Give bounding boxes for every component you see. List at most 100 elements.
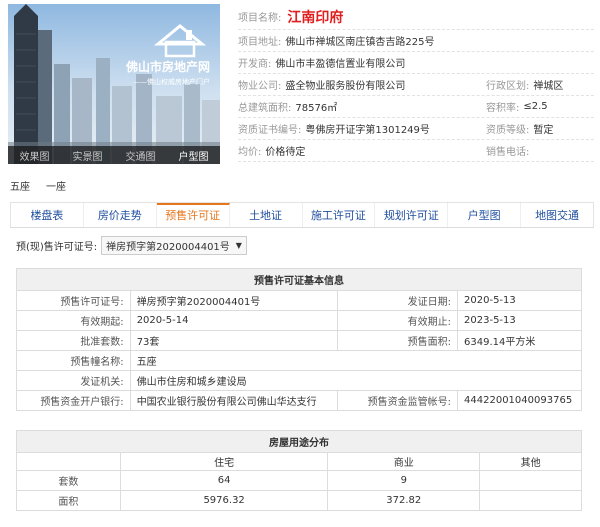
area-value: 78576㎡ xyxy=(295,103,338,114)
table-header-row: 住宅 商业 其他 xyxy=(16,452,582,471)
photo-tab-traffic[interactable]: 交通图 xyxy=(126,148,156,163)
building-list: 五座 一座 xyxy=(10,178,66,193)
property-label: 物业公司: xyxy=(238,81,282,92)
authority-label: 发证机关: xyxy=(16,370,131,391)
table-row: 批准套数: 73套 预售面积: 6349.14平方米 xyxy=(16,330,582,351)
area-residential: 5976.32 xyxy=(119,490,329,511)
building-name-label: 预售幢名称: xyxy=(16,350,131,371)
presale-area-value: 6349.14平方米 xyxy=(457,330,582,351)
grade-label: 资质等级: xyxy=(486,125,530,136)
valid-to-value: 2023-5-13 xyxy=(457,310,582,331)
tab-construction-permit[interactable]: 施工许可证 xyxy=(303,203,376,227)
logo-subtitle: ——佛山权威房地产门户 xyxy=(133,78,210,86)
approved-units-label: 批准套数: xyxy=(16,330,131,351)
tab-land-cert[interactable]: 土地证 xyxy=(230,203,303,227)
tab-map-traffic[interactable]: 地图交通 xyxy=(521,203,593,227)
project-photo[interactable]: 佛山市房地产网 ——佛山权威房地产门户 效果图 实景图 交通图 户型图 xyxy=(8,4,220,164)
units-residential: 64 xyxy=(119,470,329,491)
permit-info-table: 预售许可证基本信息 预售许可证号: 禅房预字第2020004401号 发证日期:… xyxy=(16,268,583,411)
photo-tab-bar: 效果图 实景图 交通图 户型图 xyxy=(8,146,220,164)
approved-units-value: 73套 xyxy=(129,330,339,351)
tab-floor-plan[interactable]: 户型图 xyxy=(448,203,522,227)
photo-tab-effect[interactable]: 效果图 xyxy=(20,148,50,163)
issue-date-label: 发证日期: xyxy=(337,290,459,311)
info-row-property: 物业公司: 盛全物业服务股份有限公司 行政区划: 禅城区 xyxy=(238,74,594,96)
usage-table-caption: 房屋用途分布 xyxy=(16,430,582,453)
permit-selector: 预(现)售许可证号: 禅房预字第2020004401号 ▼ xyxy=(16,236,247,255)
plot-ratio-value: ≤2.5 xyxy=(523,101,548,112)
table-row: 预售资金开户银行: 中国农业银行股份有限公司佛山华达支行 预售资金监管帐号: 4… xyxy=(16,390,582,411)
developer-label: 开发商: xyxy=(238,59,272,70)
permit-select-value: 禅房预字第2020004401号 xyxy=(106,242,230,253)
area-other xyxy=(479,490,582,511)
tab-presale-permit[interactable]: 预售许可证 xyxy=(156,203,230,227)
info-row-price: 均价: 价格待定 销售电话: xyxy=(238,140,594,162)
photo-tab-floorplan[interactable]: 户型图 xyxy=(179,148,209,163)
project-name-label: 项目名称: xyxy=(238,13,282,24)
info-row-area: 总建筑面积: 78576㎡ 容积率: ≤2.5 xyxy=(238,96,594,118)
table-row: 发证机关: 佛山市住房和城乡建设局 xyxy=(16,370,583,391)
district-value: 禅城区 xyxy=(533,81,564,92)
row-label-area: 面积 xyxy=(16,490,121,511)
permit-table-caption: 预售许可证基本信息 xyxy=(16,268,582,291)
row-label-units: 套数 xyxy=(16,470,121,491)
account-label: 预售资金监管帐号: xyxy=(337,390,459,411)
cert-label: 资质证书编号: xyxy=(238,125,302,136)
col-residential: 住宅 xyxy=(119,452,329,471)
permit-select[interactable]: 禅房预字第2020004401号 ▼ xyxy=(101,236,247,255)
grade-value: 暂定 xyxy=(533,125,554,136)
tab-price-trend[interactable]: 房价走势 xyxy=(84,203,157,227)
phone-label: 销售电话: xyxy=(486,147,530,158)
valid-from-value: 2020-5-14 xyxy=(129,310,339,331)
permit-selector-label: 预(现)售许可证号: xyxy=(16,242,98,253)
price-value: 价格待定 xyxy=(265,147,306,158)
chevron-down-icon: ▼ xyxy=(235,241,242,250)
table-row: 有效期起: 2020-5-14 有效期止: 2023-5-13 xyxy=(16,310,582,331)
building-link[interactable]: 五座 xyxy=(10,178,30,193)
detail-tab-bar: 楼盘表 房价走势 预售许可证 土地证 施工许可证 规划许可证 户型图 地图交通 xyxy=(10,202,594,228)
site-logo-text: 佛山市房地产网 ——佛山权威房地产门户 xyxy=(126,58,210,87)
table-row: 预售幢名称: 五座 xyxy=(16,350,583,371)
units-other xyxy=(479,470,582,491)
bank-value: 中国农业银行股份有限公司佛山华达支行 xyxy=(129,390,339,411)
issue-date-value: 2020-5-13 xyxy=(457,290,582,311)
property-value: 盛全物业服务股份有限公司 xyxy=(285,81,406,92)
info-row-name: 项目名称: 江南印府 xyxy=(238,4,594,30)
corner-cell xyxy=(16,452,121,471)
col-other: 其他 xyxy=(479,452,582,471)
photo-tab-real[interactable]: 实景图 xyxy=(73,148,103,163)
presale-area-label: 预售面积: xyxy=(337,330,459,351)
address-label: 项目地址: xyxy=(238,37,282,48)
area-label: 总建筑面积: xyxy=(238,103,292,114)
district-label: 行政区划: xyxy=(486,81,530,92)
table-row: 预售许可证号: 禅房预字第2020004401号 发证日期: 2020-5-13 xyxy=(16,290,582,311)
project-name: 江南印府 xyxy=(287,9,344,26)
address-value: 佛山市禅城区南庄镇杏吉路225号 xyxy=(285,37,435,48)
col-commercial: 商业 xyxy=(327,452,481,471)
bank-label: 预售资金开户银行: xyxy=(16,390,131,411)
developer-value: 佛山市丰盈德信置业有限公司 xyxy=(275,59,406,70)
info-row-address: 项目地址: 佛山市禅城区南庄镇杏吉路225号 xyxy=(238,30,594,52)
logo-title: 佛山市房地产网 xyxy=(125,60,210,74)
table-row: 套数 64 9 xyxy=(16,470,582,491)
info-row-cert: 资质证书编号: 粤佛房开证字第1301249号 资质等级: 暂定 xyxy=(238,118,594,140)
building-name-value: 五座 xyxy=(129,350,583,371)
permit-no-label: 预售许可证号: xyxy=(16,290,131,311)
cert-value: 粤佛房开证字第1301249号 xyxy=(305,125,430,136)
units-commercial: 9 xyxy=(327,470,481,491)
area-commercial: 372.82 xyxy=(327,490,481,511)
valid-to-label: 有效期止: xyxy=(337,310,459,331)
usage-distribution-table: 房屋用途分布 住宅 商业 其他 套数 64 9 面积 5976.32 372.8… xyxy=(16,430,582,511)
info-row-developer: 开发商: 佛山市丰盈德信置业有限公司 xyxy=(238,52,594,74)
tab-planning-permit[interactable]: 规划许可证 xyxy=(375,203,449,227)
permit-no-value: 禅房预字第2020004401号 xyxy=(129,290,339,311)
plot-ratio-label: 容积率: xyxy=(486,103,520,114)
tab-building-table[interactable]: 楼盘表 xyxy=(11,203,84,227)
project-info: 项目名称: 江南印府 项目地址: 佛山市禅城区南庄镇杏吉路225号 开发商: 佛… xyxy=(238,4,594,162)
valid-from-label: 有效期起: xyxy=(16,310,131,331)
price-label: 均价: xyxy=(238,147,262,158)
authority-value: 佛山市住房和城乡建设局 xyxy=(129,370,583,391)
account-value: 44422001040093765 xyxy=(457,390,582,411)
table-row: 面积 5976.32 372.82 xyxy=(16,490,582,511)
building-link[interactable]: 一座 xyxy=(46,178,66,193)
